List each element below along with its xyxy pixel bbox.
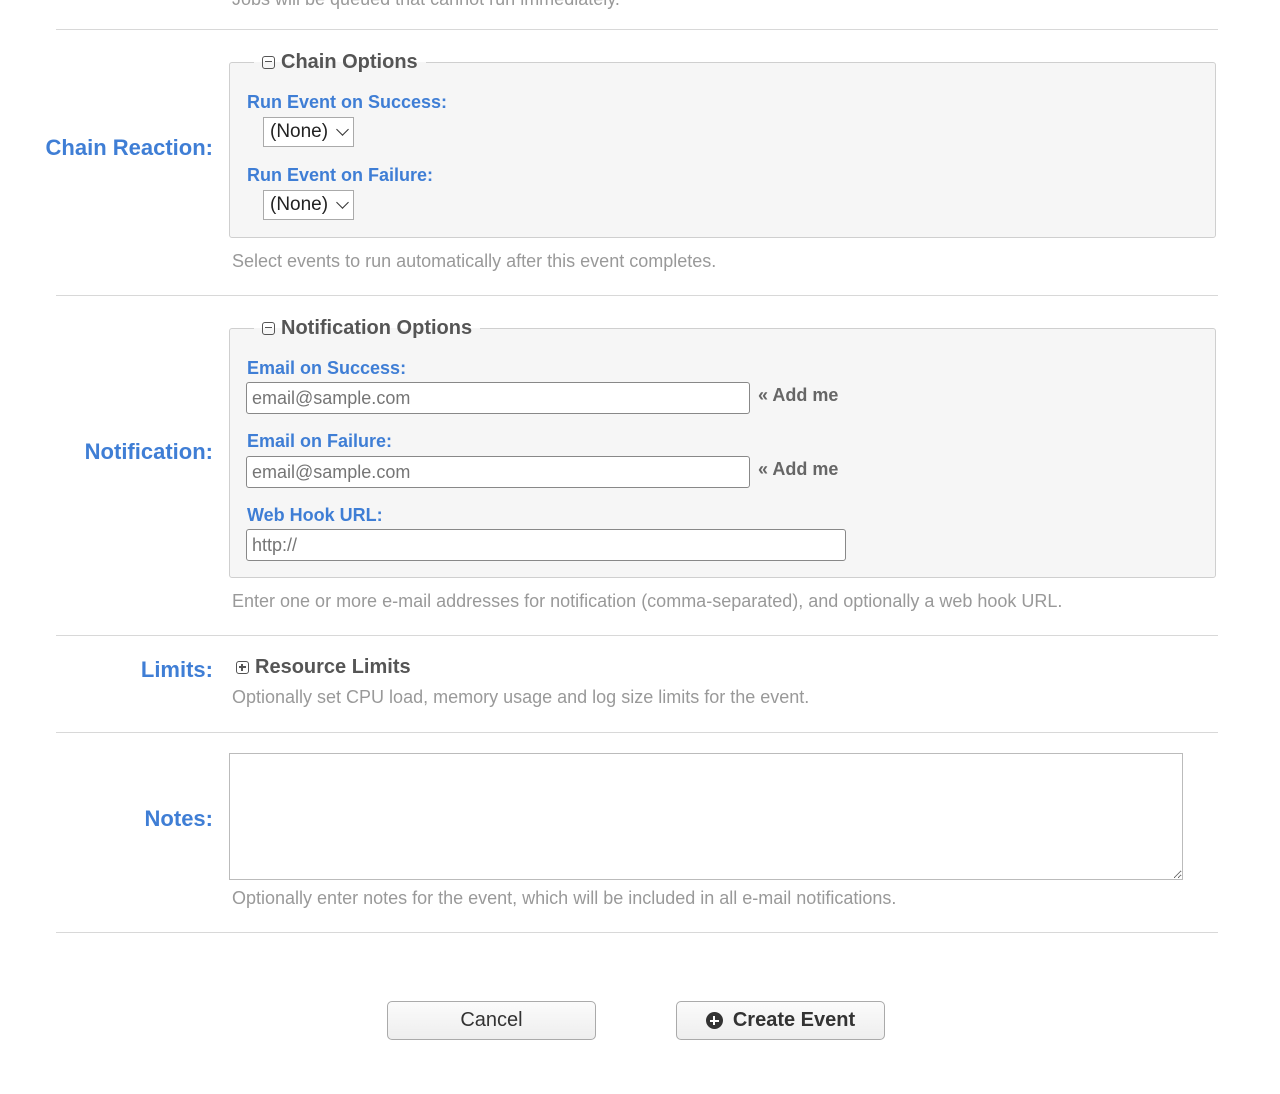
webhook-label: Web Hook URL:	[247, 505, 383, 525]
notification-options-legend[interactable]: Notification Options	[254, 314, 481, 342]
resource-limits-title: Resource Limits	[255, 656, 411, 678]
chain-reaction-label: Chain Reaction:	[45, 135, 213, 160]
chain-hint: Select events to run automatically after…	[232, 251, 717, 271]
notes-label: Notes:	[144, 806, 213, 831]
email-success-field[interactable]	[246, 382, 750, 414]
limits-label: Limits:	[140, 657, 213, 682]
notification-label: Notification:	[84, 439, 213, 464]
chevron-down-icon	[336, 123, 349, 136]
cancel-button[interactable]: Cancel	[387, 1001, 596, 1040]
email-failure-field[interactable]	[246, 456, 750, 488]
notes-textarea[interactable]	[229, 753, 1183, 880]
notification-options-fieldset: Notification Options Email on Success: «…	[229, 314, 1216, 578]
run-on-success-select[interactable]: (None)	[263, 117, 355, 147]
divider	[56, 295, 1218, 296]
notification-options-title: Notification Options	[281, 317, 473, 339]
email-success-label: Email on Success:	[247, 358, 407, 378]
run-on-failure-label: Run Event on Failure:	[247, 165, 434, 185]
expand-icon[interactable]	[236, 661, 249, 674]
run-on-success-label: Run Event on Success:	[247, 92, 448, 112]
limits-hint: Optionally set CPU load, memory usage an…	[232, 687, 810, 707]
chain-options-title: Chain Options	[281, 51, 418, 73]
collapse-icon[interactable]	[262, 55, 275, 69]
run-on-failure-select[interactable]: (None)	[263, 190, 355, 220]
create-event-button-label: Create Event	[732, 1009, 856, 1031]
notes-hint: Optionally enter notes for the event, wh…	[232, 888, 897, 908]
chain-options-fieldset: Chain Options Run Event on Success: (Non…	[229, 48, 1216, 238]
email-failure-label: Email on Failure:	[247, 431, 393, 451]
plus-circle-icon	[705, 1012, 723, 1029]
chain-options-legend[interactable]: Chain Options	[254, 48, 426, 76]
divider	[56, 932, 1218, 933]
notification-hint: Enter one or more e-mail addresses for n…	[232, 591, 1063, 611]
run-on-failure-value: (None)	[270, 194, 329, 215]
add-me-success-link[interactable]: « Add me	[758, 385, 838, 406]
event-form-page: Jobs will be queued that cannot run imme…	[0, 0, 1280, 1094]
cancel-button-label: Cancel	[460, 1009, 523, 1031]
divider	[56, 635, 1218, 636]
divider	[56, 29, 1218, 30]
timing-hint: Jobs will be queued that cannot run imme…	[232, 0, 620, 10]
webhook-url-field[interactable]	[246, 529, 846, 561]
chevron-down-icon	[336, 196, 349, 209]
run-on-success-value: (None)	[270, 121, 329, 142]
resource-limits-toggle[interactable]: Resource Limits	[236, 656, 411, 679]
add-me-failure-link[interactable]: « Add me	[758, 459, 838, 480]
divider	[56, 732, 1218, 733]
collapse-icon[interactable]	[262, 321, 275, 335]
create-event-button[interactable]: Create Event	[676, 1001, 885, 1040]
